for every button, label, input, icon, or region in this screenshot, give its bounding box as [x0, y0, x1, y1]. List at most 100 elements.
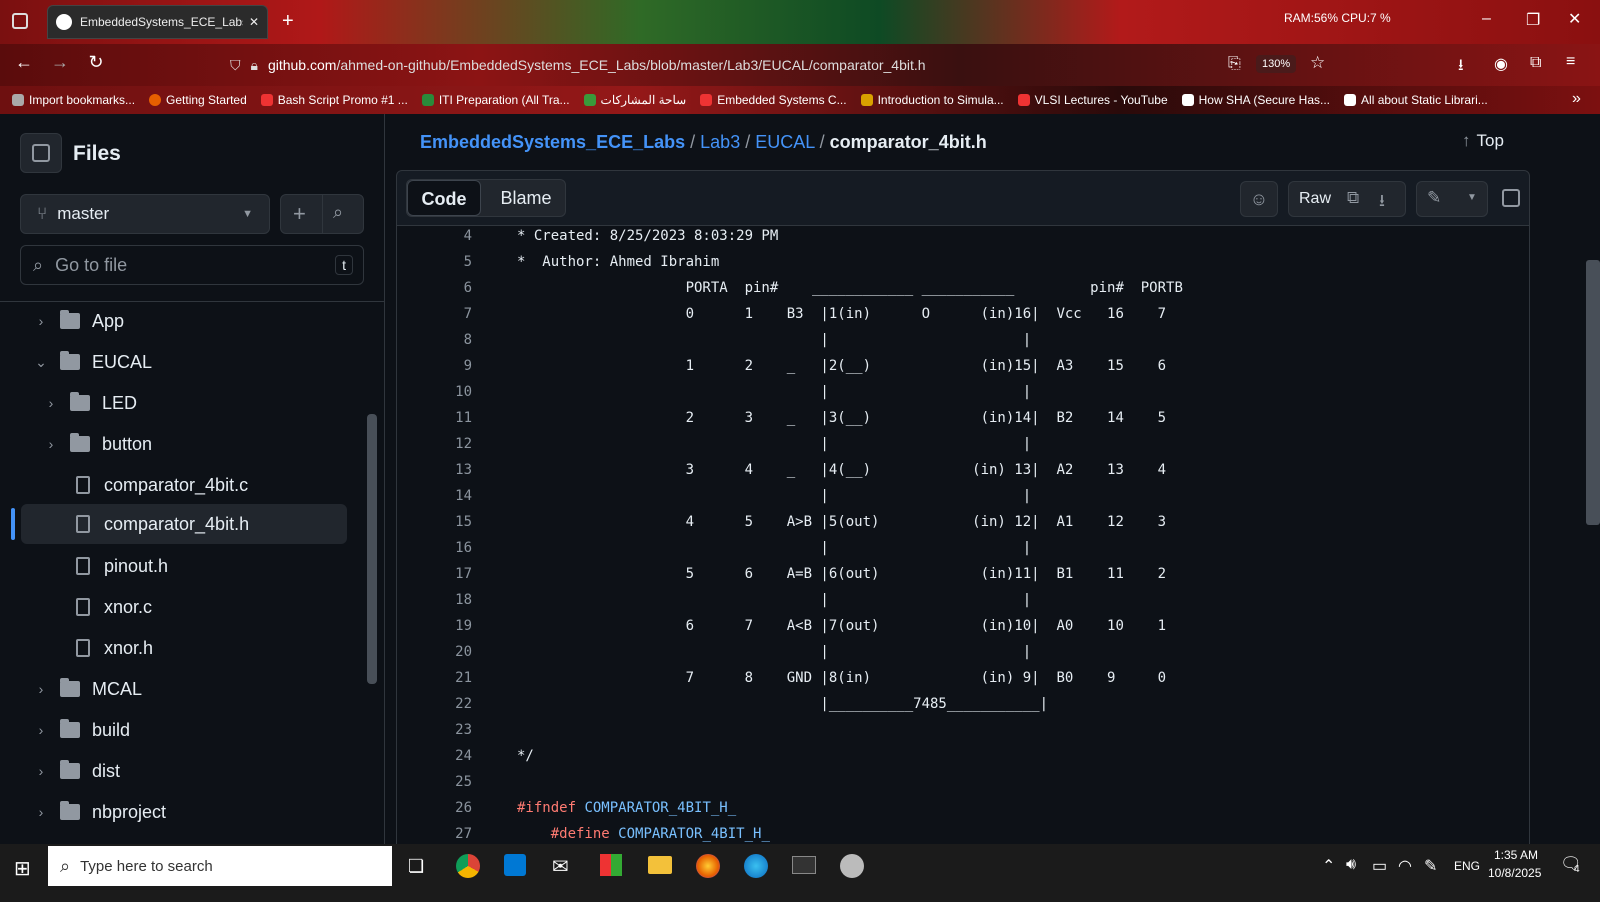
copy-icon[interactable]: ⧉: [1347, 188, 1359, 208]
tree-folder-led[interactable]: › LED: [0, 384, 350, 422]
language-indicator[interactable]: ENG: [1454, 859, 1480, 873]
more-bookmarks-icon[interactable]: »: [1572, 90, 1581, 108]
line-number[interactable]: 6: [400, 280, 472, 296]
line-number[interactable]: 16: [400, 540, 472, 556]
line-number[interactable]: 25: [400, 774, 472, 790]
terminal-icon[interactable]: [792, 856, 816, 874]
line-number[interactable]: 27: [400, 826, 472, 842]
bookmark-item[interactable]: Getting Started: [149, 93, 247, 107]
battery-icon[interactable]: ▭: [1372, 856, 1387, 876]
bookmark-star-icon[interactable]: ☆: [1310, 53, 1325, 73]
download-icon[interactable]: ⭳: [1379, 188, 1385, 217]
downloads-icon[interactable]: ⭳: [1458, 54, 1464, 81]
close-tab-icon[interactable]: ✕: [249, 15, 259, 29]
new-tab-icon[interactable]: +: [282, 10, 294, 33]
tree-folder-mcal[interactable]: › MCAL: [0, 670, 350, 708]
bookmark-item[interactable]: Import bookmarks...: [12, 93, 135, 107]
bookmark-item[interactable]: ITI Preparation (All Tra...: [421, 93, 570, 107]
menu-icon[interactable]: ≡: [1566, 53, 1575, 71]
forward-icon[interactable]: →: [42, 52, 78, 73]
bookmark-item[interactable]: Embedded Systems C...: [700, 93, 847, 107]
clock-time[interactable]: 1:35 AM: [1494, 848, 1538, 862]
symbols-button[interactable]: [1498, 181, 1528, 217]
tab-blame[interactable]: Blame: [491, 180, 561, 216]
tree-file-xnor-h[interactable]: xnor.h: [0, 629, 350, 667]
paint-icon[interactable]: [840, 854, 864, 878]
chrome-icon[interactable]: [456, 854, 480, 878]
close-window-icon[interactable]: ✕: [1568, 9, 1581, 29]
chevron-down-icon[interactable]: ▼: [1467, 192, 1477, 203]
tree-file-xnor-c[interactable]: xnor.c: [0, 588, 350, 626]
line-number[interactable]: 8: [400, 332, 472, 348]
line-number[interactable]: 12: [400, 436, 472, 452]
mail-icon[interactable]: ✉: [552, 854, 569, 879]
volume-icon[interactable]: 🔊︎: [1346, 856, 1356, 874]
wifi-icon[interactable]: ◠: [1398, 856, 1412, 876]
bookmark-item[interactable]: How SHA (Secure Has...: [1181, 93, 1330, 107]
reload-icon[interactable]: ↻: [78, 52, 114, 73]
tray-chevron-up-icon[interactable]: ⌃: [1322, 856, 1335, 876]
taskbar-search-input[interactable]: ⌕ Type here to search: [48, 846, 392, 886]
tree-folder-build[interactable]: › build: [0, 711, 350, 749]
tree-file-comparator-h[interactable]: comparator_4bit.h: [21, 504, 347, 544]
pen-icon[interactable]: ✎: [1424, 856, 1437, 876]
account-icon[interactable]: ◉: [1494, 54, 1508, 74]
line-number[interactable]: 19: [400, 618, 472, 634]
line-number[interactable]: 26: [400, 800, 472, 816]
bookmark-item[interactable]: All about Static Librari...: [1344, 93, 1488, 107]
tree-file-comparator-c[interactable]: comparator_4bit.c: [0, 466, 350, 504]
reader-view-icon[interactable]: ⎘: [1228, 55, 1241, 73]
branch-selector[interactable]: ⑂ master ▼: [20, 194, 270, 234]
add-file-button[interactable]: + ⌕: [280, 194, 364, 234]
bookmark-item[interactable]: Introduction to Simula...: [860, 93, 1004, 107]
file-explorer-icon[interactable]: [648, 856, 672, 874]
start-icon[interactable]: ⊞: [14, 856, 31, 881]
line-number[interactable]: 4: [400, 228, 472, 244]
tab-code[interactable]: Code: [407, 180, 481, 216]
bookmark-item[interactable]: Bash Script Promo #1 ...: [260, 93, 408, 107]
tree-folder-dist[interactable]: › dist: [0, 752, 350, 790]
tree-file-pinout-h[interactable]: pinout.h: [0, 547, 350, 585]
minimize-icon[interactable]: –: [1482, 10, 1491, 28]
tree-folder-app[interactable]: › App: [0, 302, 350, 340]
line-number[interactable]: 5: [400, 254, 472, 270]
line-number[interactable]: 11: [400, 410, 472, 426]
address-bar[interactable]: ⛉ 🔒︎ github.com/ahmed-on-github/Embedded…: [230, 50, 1315, 80]
tree-folder-nbproject[interactable]: › nbproject: [0, 793, 350, 831]
tree-folder-button[interactable]: › button: [0, 425, 350, 463]
bookmark-item[interactable]: VLSI Lectures - YouTube: [1017, 93, 1168, 107]
office-icon[interactable]: [600, 854, 622, 876]
edge-icon[interactable]: [744, 854, 768, 878]
page-scrollbar[interactable]: [1586, 260, 1600, 525]
line-number[interactable]: 18: [400, 592, 472, 608]
line-number[interactable]: 15: [400, 514, 472, 530]
line-number[interactable]: 9: [400, 358, 472, 374]
breadcrumb-lab3[interactable]: Lab3: [700, 132, 740, 152]
back-icon[interactable]: ←: [6, 52, 42, 73]
line-number[interactable]: 24: [400, 748, 472, 764]
task-view-icon[interactable]: ❏: [408, 856, 424, 877]
collapse-sidebar-button[interactable]: [20, 133, 62, 173]
tab-list-icon[interactable]: [12, 13, 28, 29]
line-number[interactable]: 13: [400, 462, 472, 478]
copilot-button[interactable]: ☺: [1240, 181, 1278, 217]
tree-folder-eucal[interactable]: ⌄ EUCAL: [0, 343, 350, 381]
line-number[interactable]: 22: [400, 696, 472, 712]
sidebar-scrollbar[interactable]: [367, 414, 377, 684]
zoom-level[interactable]: 130%: [1256, 55, 1297, 73]
line-number[interactable]: 23: [400, 722, 472, 738]
clock-date[interactable]: 10/8/2025: [1488, 866, 1541, 880]
go-to-file-input[interactable]: ⌕ Go to file t: [20, 245, 364, 285]
restore-icon[interactable]: ❐: [1526, 10, 1540, 30]
top-button[interactable]: ↑ Top: [1462, 131, 1504, 151]
line-number[interactable]: 17: [400, 566, 472, 582]
line-number[interactable]: 21: [400, 670, 472, 686]
browser-tab[interactable]: EmbeddedSystems_ECE_Labs/L ✕: [47, 5, 268, 39]
pencil-icon[interactable]: ✎: [1427, 188, 1441, 208]
raw-button[interactable]: Raw: [1299, 190, 1331, 208]
bookmark-item[interactable]: ساحة المشاركات: [583, 93, 686, 107]
store-icon[interactable]: [504, 854, 526, 876]
firefox-icon[interactable]: [696, 854, 720, 878]
line-number[interactable]: 14: [400, 488, 472, 504]
line-number[interactable]: 7: [400, 306, 472, 322]
